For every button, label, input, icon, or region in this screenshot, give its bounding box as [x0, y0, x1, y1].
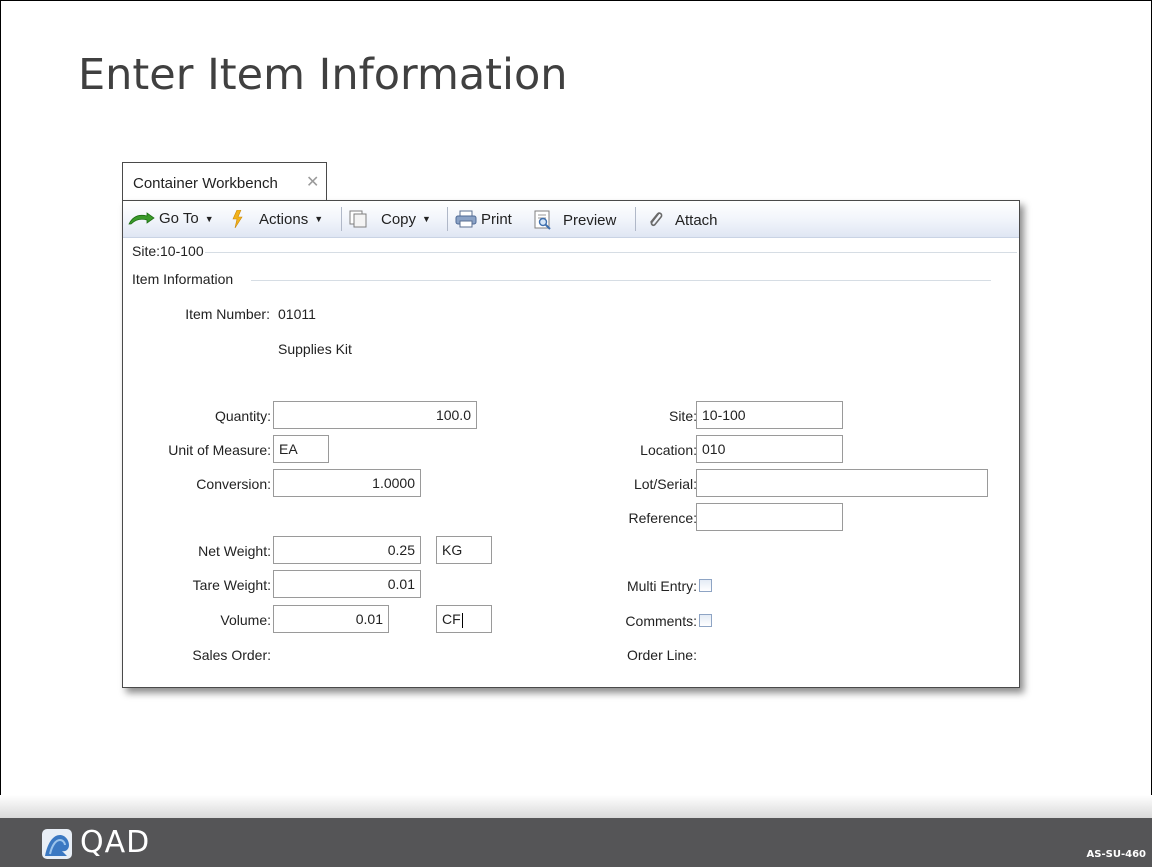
multi-entry-checkbox[interactable]: [699, 579, 712, 592]
tare-weight-label: Tare Weight:: [192, 577, 271, 593]
site-caption: Site:10-100: [132, 243, 204, 259]
tare-weight-field[interactable]: 0.01: [273, 570, 421, 598]
lightning-icon: [232, 210, 243, 228]
goto-menu-button[interactable]: Go To ▼: [127, 210, 214, 227]
actions-label: Actions: [259, 210, 309, 228]
unit-of-measure-label: Unit of Measure:: [168, 442, 271, 458]
location-field[interactable]: 010: [696, 435, 843, 463]
tab-label: Container Workbench: [133, 175, 278, 192]
preview-label: Preview: [563, 211, 617, 229]
preview-button[interactable]: Preview: [533, 210, 616, 230]
comments-label: Comments:: [625, 613, 697, 629]
paperclip-icon: [650, 212, 663, 227]
toolbar-divider: [635, 207, 636, 231]
site-field[interactable]: 10-100: [696, 401, 843, 429]
toolbar: Go To ▼ Actions ▼ Copy ▼ Print Preview A…: [123, 201, 1019, 238]
print-button[interactable]: Print: [455, 210, 512, 228]
quantity-field[interactable]: 100.0: [273, 401, 477, 429]
text-cursor: [461, 612, 463, 628]
chevron-down-icon: ▼: [422, 214, 431, 224]
order-line-label: Order Line:: [626, 647, 697, 663]
chevron-down-icon: ▼: [314, 214, 324, 224]
divider-line: [251, 280, 991, 281]
lot-serial-label: Lot/Serial:: [633, 476, 697, 492]
conversion-label: Conversion:: [196, 476, 271, 492]
app-window: Go To ▼ Actions ▼ Copy ▼ Print Preview A…: [122, 200, 1020, 688]
net-weight-unit-field[interactable]: KG: [436, 536, 492, 564]
copy-icon: [349, 210, 367, 228]
tab-strip: Container Workbench ✕: [122, 162, 1020, 202]
slide-title: Enter Item Information: [78, 50, 568, 100]
conversion-field[interactable]: 1.0000: [273, 469, 421, 497]
volume-field[interactable]: 0.01: [273, 605, 389, 633]
attach-label: Attach: [675, 211, 718, 229]
sales-order-label: Sales Order:: [192, 647, 271, 663]
copy-menu-button[interactable]: Copy ▼: [349, 210, 431, 228]
comments-checkbox[interactable]: [699, 614, 712, 627]
reference-field[interactable]: [696, 503, 843, 531]
reference-label: Reference:: [628, 510, 697, 526]
site-label: Site:: [668, 408, 697, 424]
item-number-value: 01011: [278, 306, 316, 322]
preview-icon: [534, 210, 551, 230]
volume-unit-value: CF: [442, 611, 461, 627]
multi-entry-label: Multi Entry:: [626, 578, 697, 594]
footer-bar: [0, 818, 1152, 867]
quantity-label: Quantity:: [214, 408, 271, 424]
close-icon[interactable]: ✕: [306, 172, 319, 192]
tab-container-workbench[interactable]: Container Workbench ✕: [122, 162, 327, 201]
goto-label: Go To: [159, 210, 199, 227]
net-weight-label: Net Weight:: [198, 543, 271, 559]
actions-menu-button[interactable]: Actions ▼: [231, 210, 323, 228]
qad-logo-icon: [42, 829, 72, 859]
unit-of-measure-field[interactable]: EA: [273, 435, 329, 463]
footer-fade: [0, 795, 1152, 819]
item-description: Supplies Kit: [278, 341, 352, 357]
attach-button[interactable]: Attach: [647, 210, 718, 230]
toolbar-divider: [447, 207, 448, 231]
location-label: Location:: [640, 442, 697, 458]
toolbar-divider: [341, 207, 342, 231]
lot-serial-field[interactable]: [696, 469, 988, 497]
divider-line: [205, 252, 1017, 253]
net-weight-field[interactable]: 0.25: [273, 536, 421, 564]
print-label: Print: [481, 210, 512, 228]
chevron-down-icon: ▼: [204, 213, 214, 224]
copy-label: Copy: [381, 210, 417, 228]
item-number-label: Item Number:: [185, 306, 270, 322]
section-title-item-information: Item Information: [132, 271, 234, 287]
course-code: AS-SU-460: [1086, 849, 1146, 860]
volume-label: Volume:: [220, 612, 271, 628]
brand-name: QAD: [80, 825, 151, 860]
green-arrow-icon: [128, 211, 155, 224]
printer-icon: [455, 210, 477, 228]
volume-unit-field[interactable]: CF: [436, 605, 492, 633]
